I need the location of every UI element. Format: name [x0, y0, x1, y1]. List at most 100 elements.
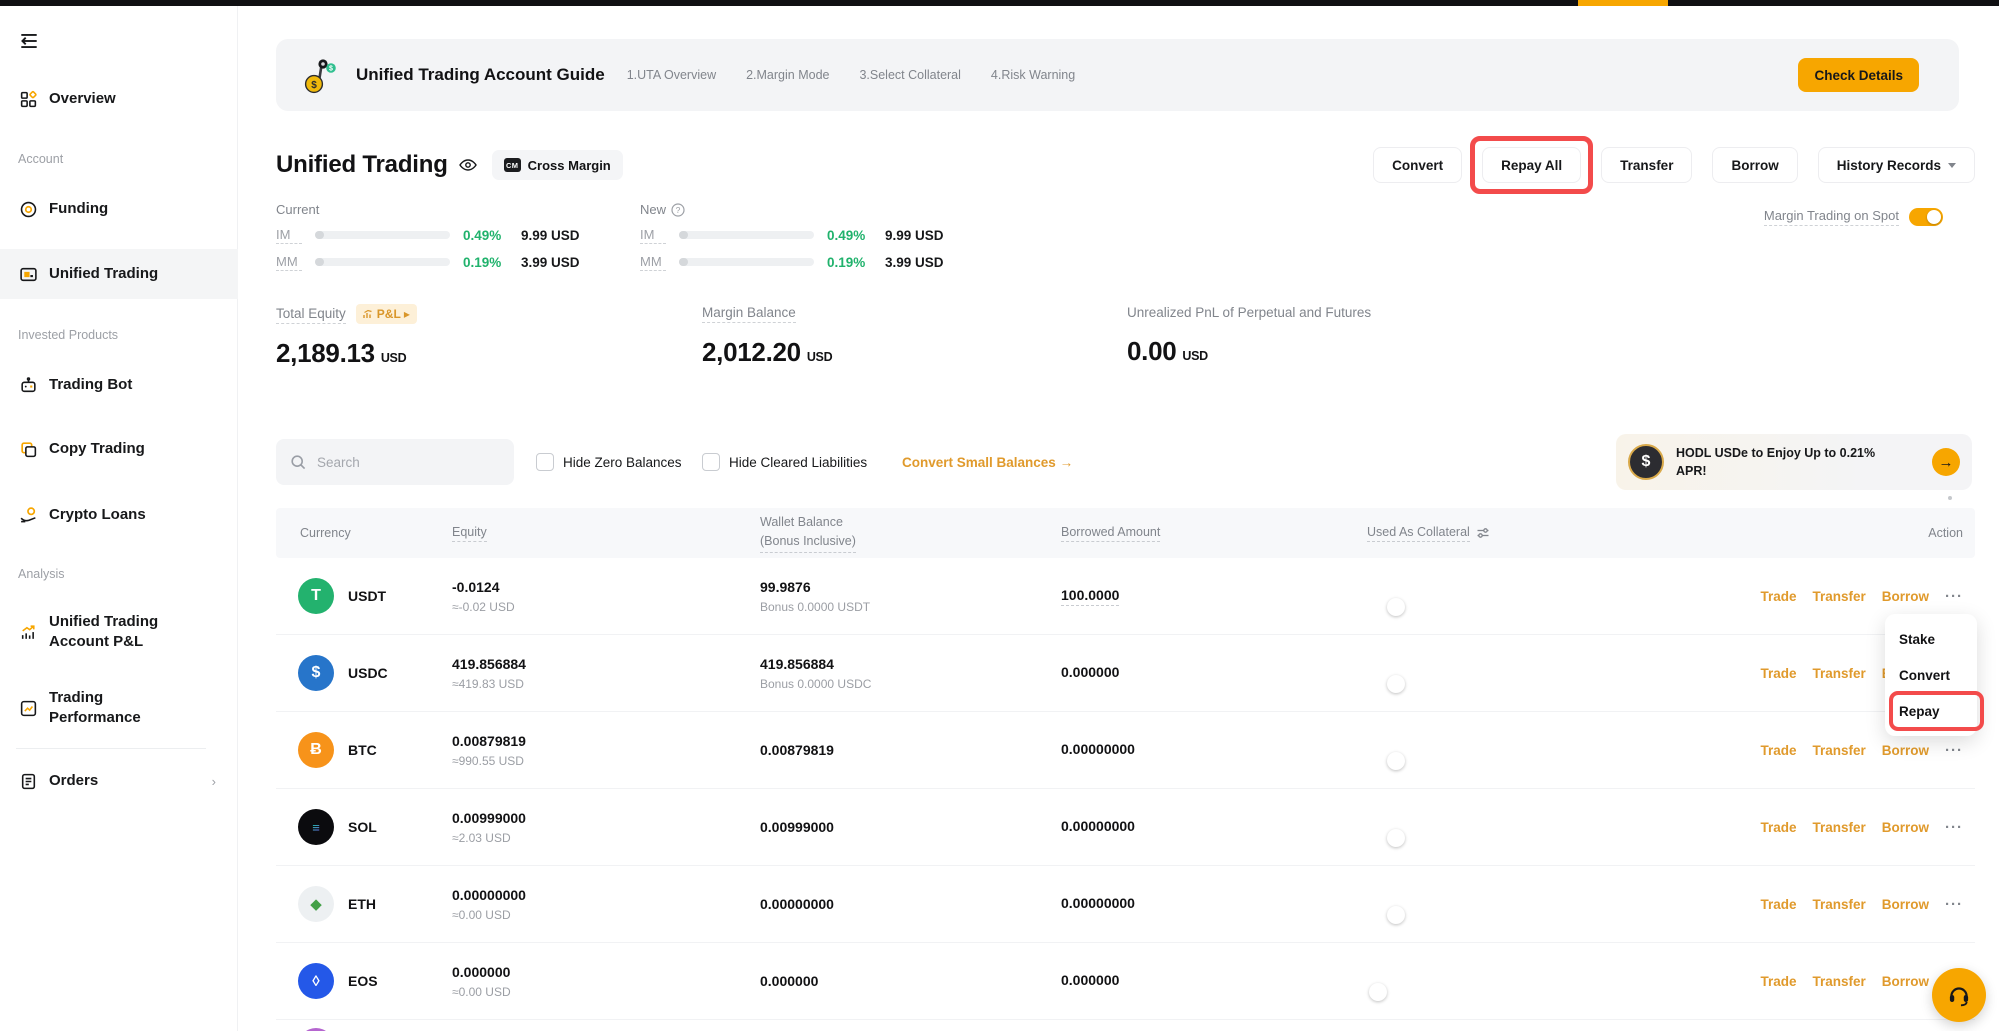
search-input[interactable]: [315, 454, 485, 471]
dropdown-item-convert[interactable]: Convert: [1885, 657, 1977, 693]
usdt-coin-icon: T: [298, 578, 334, 614]
pnl-badge[interactable]: P&L ▸: [356, 304, 417, 324]
sidebar-item-label: Trading Performance: [49, 688, 199, 729]
spot-margin-toggle[interactable]: [1909, 208, 1943, 226]
trade-link[interactable]: Trade: [1760, 974, 1796, 989]
sidebar-item-uta-pnl[interactable]: Unified Trading Account P&L: [0, 602, 238, 662]
eos-coin-icon: ◊: [298, 963, 334, 999]
usde-promo-banner[interactable]: $ HODL USDe to Enjoy Up to 0.21% APR! →: [1616, 434, 1972, 490]
svg-text:?: ?: [676, 205, 681, 215]
sidebar-item-copy-trading[interactable]: Copy Trading: [0, 424, 238, 474]
borrowed-amount: 0.000000: [1061, 972, 1119, 988]
mini-chart-icon: [363, 309, 373, 319]
new-label: New ?: [640, 202, 685, 217]
transfer-link[interactable]: Transfer: [1812, 974, 1865, 989]
equity-value: 419.856884: [452, 656, 760, 672]
margin-trading-on-spot: Margin Trading on Spot: [1764, 208, 1943, 226]
trade-link[interactable]: Trade: [1760, 897, 1796, 912]
trade-link[interactable]: Trade: [1760, 743, 1796, 758]
new-mm-row: MM 0.19% 3.99 USD: [640, 253, 944, 271]
sidebar-item-trading-performance[interactable]: Trading Performance: [0, 678, 238, 738]
mm-progress-bar: [679, 258, 814, 266]
guide-step[interactable]: 4.Risk Warning: [991, 68, 1075, 82]
borrow-link[interactable]: Borrow: [1882, 897, 1929, 912]
sidebar-item-overview[interactable]: Overview: [0, 74, 238, 124]
transfer-link[interactable]: Transfer: [1812, 897, 1865, 912]
sidebar-item-label: Unified Trading: [49, 264, 199, 284]
sidebar-item-funding[interactable]: Funding: [0, 184, 238, 234]
borrowed-amount: 0.00000000: [1061, 818, 1135, 834]
support-chat-button[interactable]: [1932, 968, 1986, 1022]
borrow-link[interactable]: Borrow: [1882, 974, 1929, 989]
transfer-button[interactable]: Transfer: [1601, 147, 1692, 183]
promo-text: HODL USDe to Enjoy Up to 0.21% APR!: [1676, 444, 1904, 480]
pnl-chart-icon: [18, 622, 38, 642]
trade-link[interactable]: Trade: [1760, 820, 1796, 835]
more-actions-button[interactable]: ···: [1945, 819, 1963, 836]
borrowed-amount[interactable]: 100.0000: [1061, 587, 1119, 606]
transfer-link[interactable]: Transfer: [1812, 666, 1865, 681]
trade-link[interactable]: Trade: [1760, 589, 1796, 604]
trading-bot-icon: [18, 375, 38, 395]
equity-value: 0.00879819: [452, 733, 760, 749]
equity-value: 0.000000: [452, 964, 760, 980]
history-records-button[interactable]: History Records: [1818, 147, 1975, 183]
borrow-link[interactable]: Borrow: [1882, 589, 1929, 604]
guide-step[interactable]: 3.Select Collateral: [859, 68, 960, 82]
eye-icon[interactable]: [458, 155, 478, 175]
transfer-link[interactable]: Transfer: [1812, 743, 1865, 758]
convert-small-balances-link[interactable]: Convert Small Balances →: [902, 455, 1073, 470]
more-actions-button[interactable]: ···: [1945, 896, 1963, 913]
unrealized-pnl-value: 0.00: [1127, 336, 1176, 367]
margin-mode-label: Cross Margin: [528, 158, 611, 173]
margin-mode-badge[interactable]: CM Cross Margin: [492, 150, 623, 180]
table-row-btc: ɃBTC 0.00879819≈990.55 USD 0.00879819 0.…: [276, 712, 1975, 789]
more-actions-button[interactable]: ···: [1945, 742, 1963, 759]
usde-coin-icon: $: [1628, 444, 1664, 480]
margin-balance-label: Margin Balance: [702, 305, 796, 323]
table-row-eth: ◆ETH 0.00000000≈0.00 USD 0.00000000 0.00…: [276, 866, 1975, 943]
borrow-button[interactable]: Borrow: [1712, 147, 1797, 183]
borrow-link[interactable]: Borrow: [1882, 820, 1929, 835]
trade-link[interactable]: Trade: [1760, 666, 1796, 681]
svg-text:$: $: [329, 66, 333, 73]
guide-illustration-icon: $ $: [302, 55, 342, 95]
collateral-settings-icon[interactable]: [1476, 526, 1490, 540]
hide-cleared-checkbox[interactable]: [702, 453, 720, 471]
im-value: 9.99 USD: [885, 228, 944, 243]
dropdown-item-stake[interactable]: Stake: [1885, 621, 1977, 657]
borrowed-amount: 0.00000000: [1061, 895, 1135, 911]
check-details-button[interactable]: Check Details: [1798, 58, 1919, 92]
equity-value: 0.00000000: [452, 887, 760, 903]
mm-percent: 0.19%: [463, 255, 509, 270]
repay-all-button[interactable]: Repay All: [1482, 147, 1581, 183]
hide-zero-balances-filter[interactable]: Hide Zero Balances: [536, 453, 682, 471]
margin-balance-value: 2,012.20: [702, 337, 801, 368]
unified-trading-page: Overview Account Funding Unified Trading: [0, 0, 1999, 1031]
table-row-usdc: $USDC 419.856884≈419.83 USD 419.856884Bo…: [276, 635, 1975, 712]
borrow-link[interactable]: Borrow: [1882, 743, 1929, 758]
wallet-balance: 99.9876: [760, 579, 1061, 595]
spot-margin-label: Margin Trading on Spot: [1764, 208, 1899, 226]
sidebar-item-crypto-loans[interactable]: Crypto Loans: [0, 490, 238, 540]
convert-button[interactable]: Convert: [1373, 147, 1462, 183]
more-actions-button[interactable]: ···: [1945, 588, 1963, 605]
transfer-link[interactable]: Transfer: [1812, 820, 1865, 835]
arrow-right-icon[interactable]: →: [1932, 448, 1960, 476]
total-equity-stat: Total EquityP&L ▸ 2,189.13USD: [276, 304, 417, 369]
unified-trading-icon: [18, 264, 38, 284]
dropdown-item-repay[interactable]: Repay: [1885, 693, 1977, 729]
eth-coin-icon: ◆: [298, 886, 334, 922]
sidebar-item-trading-bot[interactable]: Trading Bot: [0, 360, 238, 410]
sidebar-item-unified-trading[interactable]: Unified Trading: [0, 249, 238, 299]
sidebar-collapse-icon[interactable]: [18, 30, 42, 54]
header-buttons: Convert Repay All Transfer Borrow Histor…: [1373, 147, 1975, 183]
im-percent: 0.49%: [463, 228, 509, 243]
sidebar-item-label: Trading Bot: [49, 375, 199, 395]
hide-zero-checkbox[interactable]: [536, 453, 554, 471]
transfer-link[interactable]: Transfer: [1812, 589, 1865, 604]
guide-step[interactable]: 2.Margin Mode: [746, 68, 829, 82]
sidebar-item-orders[interactable]: Orders ›: [0, 756, 238, 806]
guide-step[interactable]: 1.UTA Overview: [627, 68, 716, 82]
hide-cleared-liabilities-filter[interactable]: Hide Cleared Liabilities: [702, 453, 867, 471]
